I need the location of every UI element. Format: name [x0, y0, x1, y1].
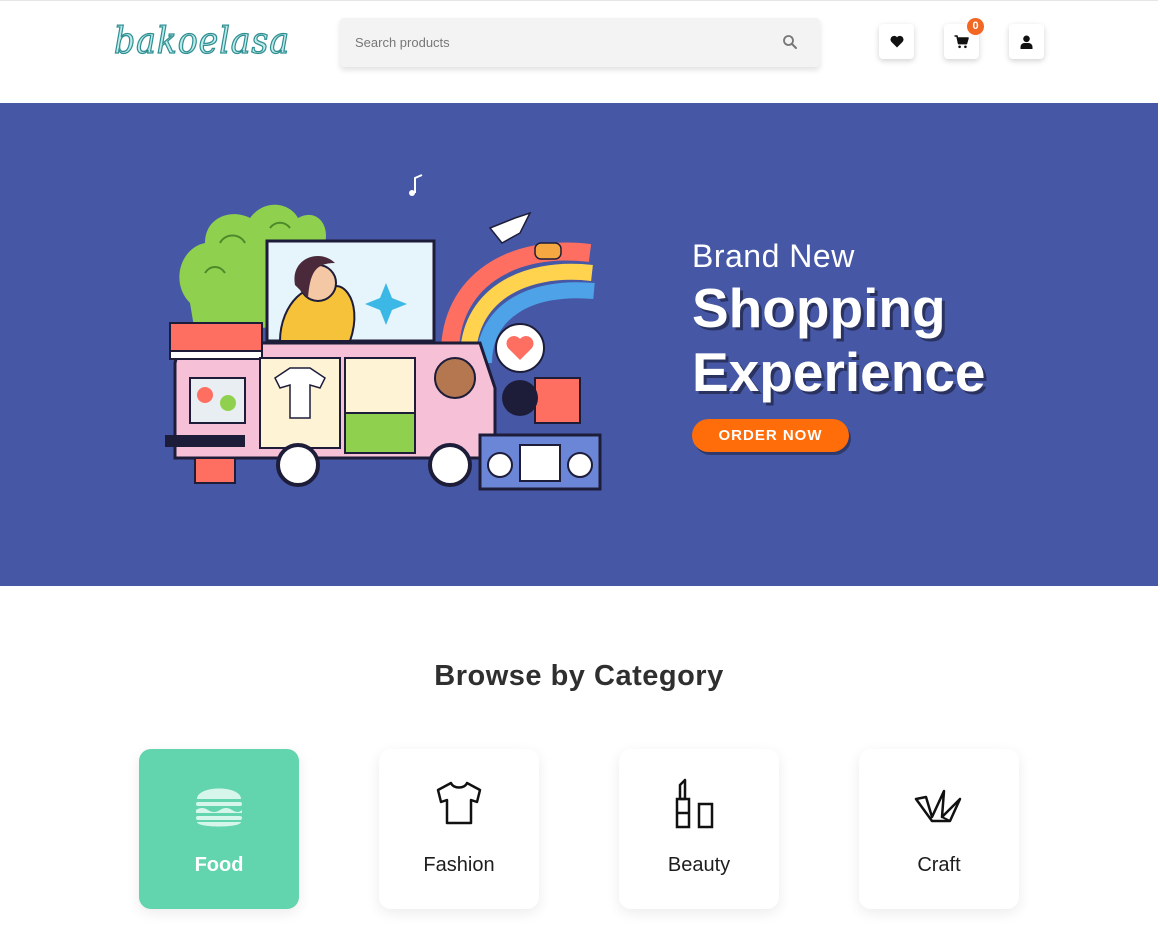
hero-headline: Brand New Shopping Experience: [692, 236, 986, 404]
hero-banner: Brand New Shopping Experience ORDER NOW: [0, 103, 1158, 586]
account-button[interactable]: [1009, 24, 1044, 59]
search-input[interactable]: [355, 35, 755, 50]
hero-illustration: [165, 174, 602, 491]
category-card-beauty[interactable]: Beauty: [619, 749, 779, 909]
cart-count-badge: 0: [967, 18, 984, 35]
search-icon[interactable]: [782, 34, 798, 50]
category-label: Food: [194, 854, 244, 876]
search-bar: [340, 18, 820, 67]
hero-subtitle: Brand New: [692, 238, 855, 274]
heart-icon: [889, 35, 904, 48]
category-card-craft[interactable]: Craft: [859, 749, 1019, 909]
cart-icon: [954, 34, 969, 48]
hero-title-line2: Experience: [692, 341, 986, 403]
wishlist-button[interactable]: [879, 24, 914, 59]
svg-text:bakoelasa: bakoelasa: [114, 21, 290, 62]
category-label: Craft: [917, 854, 961, 876]
tshirt-icon: [436, 781, 482, 825]
category-card-food[interactable]: Food: [139, 749, 299, 909]
lipstick-icon: [675, 778, 714, 829]
browse-category-title: Browse by Category: [434, 660, 724, 692]
cart-button[interactable]: 0: [944, 18, 984, 59]
site-logo[interactable]: bakoelasa: [112, 19, 294, 65]
category-card-fashion[interactable]: Fashion: [379, 749, 539, 909]
burger-icon: [196, 788, 242, 827]
category-label: Beauty: [667, 854, 731, 876]
origami-crane-icon: [914, 789, 962, 823]
site-header: bakoelasa 0: [0, 0, 1158, 103]
category-label: Fashion: [423, 854, 495, 876]
hero-title-line1: Shopping: [692, 277, 946, 339]
user-icon: [1020, 35, 1033, 49]
order-now-button[interactable]: ORDER NOW: [692, 419, 849, 452]
